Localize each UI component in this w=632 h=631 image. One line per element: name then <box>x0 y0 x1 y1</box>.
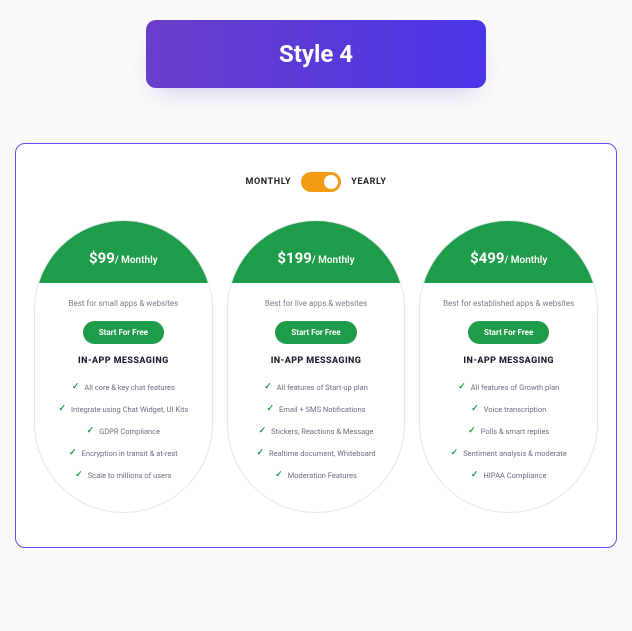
feature-list: ✓ All features of Growth plan ✓ Voice tran… <box>420 376 597 486</box>
feature-text: HIPAA Compliance <box>483 471 546 480</box>
start-free-button[interactable]: Start For Free <box>275 321 356 344</box>
feature-item: ✓ Integrate using Chat Widget, UI Kits <box>45 398 202 420</box>
plan-price: $99/ Monthly <box>89 249 158 267</box>
check-icon: ✓ <box>468 426 476 436</box>
feature-item: ✓ GDPR Compliance <box>45 420 202 442</box>
feature-text: Encryption in transit & at-rest <box>82 449 178 458</box>
feature-item: ✓ Encryption in transit & at-rest <box>45 442 202 464</box>
start-free-button[interactable]: Start For Free <box>468 321 549 344</box>
billing-toggle-row: MONTHLY YEARLY <box>34 172 598 192</box>
feature-item: ✓ Realtime document, Whiteboard <box>238 442 395 464</box>
feature-text: Voice transcription <box>484 405 547 414</box>
toggle-knob <box>324 175 338 189</box>
check-icon: ✓ <box>58 404 66 414</box>
feature-item: ✓ Moderation Features <box>238 464 395 486</box>
check-icon: ✓ <box>256 448 264 458</box>
cta-label: Start For Free <box>99 328 148 337</box>
price-amount: $499 <box>470 249 504 267</box>
feature-text: Scale to millions of users <box>88 471 172 480</box>
feature-text: Integrate using Chat Widget, UI Kits <box>71 405 188 414</box>
start-free-button[interactable]: Start For Free <box>83 321 164 344</box>
check-icon: ✓ <box>458 382 466 392</box>
feature-text: Email + SMS Notifications <box>279 405 366 414</box>
plans-row: $99/ Monthly Best for small apps & websi… <box>34 220 598 513</box>
plan-desc: Best for established apps & websites <box>420 299 597 308</box>
plan-desc: Best for live apps & websites <box>228 299 405 308</box>
billing-toggle[interactable] <box>301 172 341 192</box>
plan-price: $199/ Monthly <box>277 249 354 267</box>
cta-label: Start For Free <box>484 328 533 337</box>
feature-text: Sentiment analysis & moderate <box>463 449 566 458</box>
plan-head: $499/ Monthly <box>420 221 597 283</box>
feature-item: ✓ HIPAA Compliance <box>430 464 587 486</box>
feature-item: ✓ All core & key chat features <box>45 376 202 398</box>
feature-item: ✓ Stickers, Reactions & Message <box>238 420 395 442</box>
check-icon: ✓ <box>275 470 283 480</box>
feature-item: ✓ Scale to millions of users <box>45 464 202 486</box>
feature-item: ✓ Email + SMS Notifications <box>238 398 395 420</box>
feature-item: ✓ Voice transcription <box>430 398 587 420</box>
banner-title: Style 4 <box>279 40 353 68</box>
feature-item: ✓ All features of Growth plan <box>430 376 587 398</box>
plan-section-title: IN-APP MESSAGING <box>228 356 405 366</box>
plan-head: $199/ Monthly <box>228 221 405 283</box>
price-amount: $199 <box>277 249 311 267</box>
price-amount: $99 <box>89 249 115 267</box>
feature-text: Stickers, Reactions & Message <box>271 427 373 436</box>
check-icon: ✓ <box>264 382 272 392</box>
check-icon: ✓ <box>75 470 83 480</box>
feature-text: GDPR Compliance <box>99 427 160 436</box>
plan-section-title: IN-APP MESSAGING <box>35 356 212 366</box>
feature-text: All features of Start-up plan <box>277 383 368 392</box>
check-icon: ✓ <box>72 382 80 392</box>
check-icon: ✓ <box>87 426 95 436</box>
toggle-yearly-label: YEARLY <box>351 177 386 187</box>
feature-text: Polls & smart replies <box>481 427 550 436</box>
toggle-monthly-label: MONTHLY <box>245 177 291 187</box>
check-icon: ✓ <box>451 448 459 458</box>
style-banner: Style 4 <box>146 20 486 88</box>
check-icon: ✓ <box>266 404 274 414</box>
plan-card-3: $499/ Monthly Best for established apps … <box>419 220 598 513</box>
plan-desc: Best for small apps & websites <box>35 299 212 308</box>
plan-card-1: $99/ Monthly Best for small apps & websi… <box>34 220 213 513</box>
check-icon: ✓ <box>259 426 267 436</box>
plan-card-2: $199/ Monthly Best for live apps & websi… <box>227 220 406 513</box>
cta-label: Start For Free <box>291 328 340 337</box>
feature-text: Realtime document, Whiteboard <box>269 449 376 458</box>
price-period: / Monthly <box>115 255 158 266</box>
pricing-panel: MONTHLY YEARLY $99/ Monthly Best for sma… <box>15 143 617 548</box>
check-icon: ✓ <box>471 404 479 414</box>
feature-text: Moderation Features <box>288 471 357 480</box>
price-period: / Monthly <box>505 255 548 266</box>
check-icon: ✓ <box>471 470 479 480</box>
feature-item: ✓ Polls & smart replies <box>430 420 587 442</box>
feature-item: ✓ All features of Start-up plan <box>238 376 395 398</box>
feature-item: ✓ Sentiment analysis & moderate <box>430 442 587 464</box>
plan-price: $499/ Monthly <box>470 249 547 267</box>
plan-head: $99/ Monthly <box>35 221 212 283</box>
feature-list: ✓ All features of Start-up plan ✓ Email + … <box>228 376 405 486</box>
feature-text: All features of Growth plan <box>471 383 560 392</box>
feature-list: ✓ All core & key chat features ✓ Integrate… <box>35 376 212 486</box>
plan-section-title: IN-APP MESSAGING <box>420 356 597 366</box>
check-icon: ✓ <box>69 448 77 458</box>
feature-text: All core & key chat features <box>84 383 174 392</box>
price-period: / Monthly <box>312 255 355 266</box>
